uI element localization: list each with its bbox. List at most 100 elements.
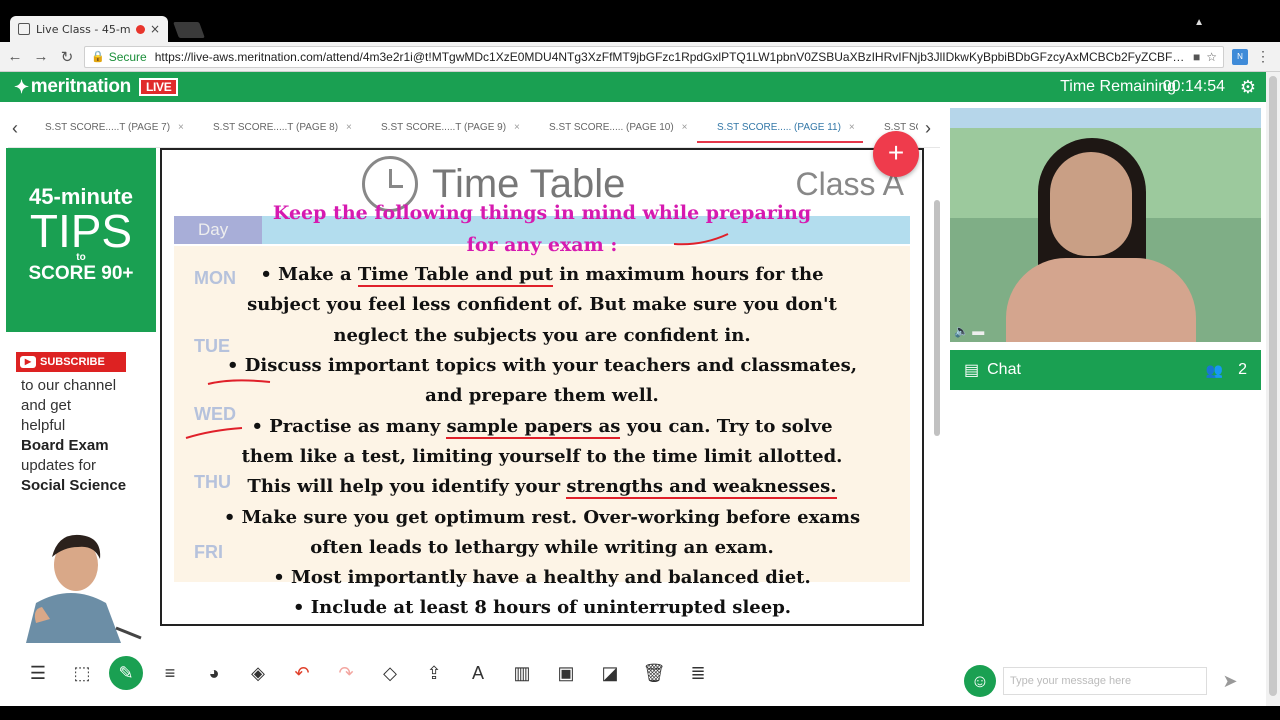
close-icon[interactable]: × [514, 122, 520, 133]
teacher-video[interactable]: 🔈 ▬ [950, 108, 1261, 342]
back-button[interactable]: ← [4, 48, 26, 65]
add-button[interactable]: + [873, 131, 919, 177]
emoji-button[interactable]: ☺ [964, 665, 996, 697]
whiteboard-toolbar: ☰ ⬚ ✎ ≡ ◕ ◈ ↶ ↷ ◇ ⇪ A ▥ ▣ ◪ 🗑 ≣ [0, 648, 950, 698]
gear-icon[interactable]: ⚙ [1240, 77, 1256, 98]
close-icon[interactable]: × [346, 122, 352, 133]
tab-label: S.ST SCORE..... (PAGE 11) [717, 122, 841, 133]
select-icon[interactable]: ⬚ [60, 656, 104, 690]
play-icon: ▶ [20, 356, 36, 368]
camera-icon[interactable]: ■ [1193, 50, 1200, 64]
page-icon [18, 23, 30, 35]
close-icon[interactable]: × [682, 122, 688, 133]
menu-icon[interactable]: ≣ [676, 656, 720, 690]
profile-icon[interactable]: ▲ [1194, 17, 1204, 28]
promo-text-bold: Board Exam [21, 437, 109, 454]
pen-icon[interactable]: ✎ [109, 656, 143, 690]
meritnation-logo[interactable]: ✦ meritnation LIVE [14, 76, 179, 98]
tab-page-8[interactable]: S.ST SCORE.....T (PAGE 8) × [213, 122, 352, 133]
tab-close-icon[interactable]: × [150, 22, 160, 36]
promo-text-line: Social Science [21, 476, 156, 496]
list-icon[interactable]: ☰ [16, 656, 60, 690]
text-icon[interactable]: A [456, 656, 500, 690]
promo-text-line: Board Exam [21, 436, 156, 456]
teacher-face [1050, 152, 1132, 256]
page-scroll-thumb[interactable] [1269, 76, 1277, 696]
promo-text: to our channel and get helpful Board Exa… [21, 376, 156, 496]
browser-menu-icon[interactable]: ⋮ [1256, 48, 1270, 65]
logo-mark-icon: ✦ [14, 76, 29, 97]
promo-text-line: helpful [21, 417, 66, 434]
participants-icon: 👥 [1205, 361, 1223, 378]
reload-button[interactable]: ↻ [56, 48, 78, 66]
lock-icon: 🔒 [91, 51, 105, 63]
recording-icon [135, 24, 145, 34]
chevron-left-icon[interactable]: ‹ [12, 118, 18, 139]
teacher-body [1006, 258, 1196, 342]
volume-icon[interactable]: 🔈 ▬ [954, 324, 984, 338]
promo-text-line: updates for [21, 457, 97, 474]
eraser-icon[interactable]: ◪ [588, 656, 632, 690]
logo-text: meritnation [30, 76, 131, 97]
chat-icon: ▤ [964, 362, 980, 379]
upload-icon[interactable]: ⇪ [412, 656, 456, 690]
tab-page-9[interactable]: S.ST SCORE.....T (PAGE 9) × [381, 122, 520, 133]
chart-icon[interactable]: ▥ [500, 656, 544, 690]
student-illustration [26, 534, 142, 643]
shapes-icon[interactable]: ◇ [368, 656, 412, 690]
whiteboard[interactable]: Time Table Class A Day MON TUE WED THU F… [160, 148, 924, 626]
pen-annotations [185, 233, 729, 439]
browser-toolbar: ← → ↻ 🔒 Secure https://live-aws.meritnat… [0, 42, 1280, 72]
promo-line-4: SCORE 90+ [28, 263, 134, 284]
time-remaining-label: Time Remaining [1060, 78, 1176, 95]
redo-icon[interactable]: ↷ [324, 656, 368, 690]
tab-page-11[interactable]: S.ST SCORE..... (PAGE 11) × [697, 122, 863, 143]
promo-title-block: 45-minute TIPS to SCORE 90+ [6, 148, 156, 332]
tab-page-10[interactable]: S.ST SCORE..... (PAGE 10) × [549, 122, 688, 133]
send-icon[interactable]: ➤ [1214, 667, 1246, 695]
tab-label: S.ST SCORE.....T (PAGE 9) [381, 122, 507, 133]
browser-tab[interactable]: Live Class - 45-minute × [10, 16, 168, 42]
screen-bottom-bar [0, 706, 1280, 720]
palette-icon[interactable]: ◕ [192, 656, 236, 690]
close-icon[interactable]: × [849, 122, 855, 133]
trash-icon[interactable]: 🗑 [632, 656, 676, 690]
chat-header[interactable]: ▤ Chat 👥 2 [950, 350, 1261, 390]
clipboard-icon[interactable]: ▣ [544, 656, 588, 690]
star-icon[interactable]: ☆ [1206, 50, 1217, 64]
board-page-tabs: ‹ S.ST SCORE.....T (PAGE 7) × S.ST SCORE.… [8, 112, 940, 148]
tab-page-7[interactable]: S.ST SCORE.....T (PAGE 7) × [45, 122, 184, 133]
promo-banner: 45-minute TIPS to SCORE 90+ ▶ SUBSCRIBE … [6, 148, 156, 643]
promo-line-2: TIPS [29, 205, 133, 257]
tab-label: S.ST SCORE.....T (PAGE 8) [213, 122, 339, 133]
subscribe-label: SUBSCRIBE [40, 356, 105, 368]
address-bar[interactable]: 🔒 Secure https://live-aws.meritnation.co… [84, 45, 1224, 68]
chat-title: Chat [987, 361, 1021, 378]
promo-text-line: and get [21, 397, 72, 414]
tab-label: S.ST SCORE..... (PAGE 10) [549, 122, 674, 133]
browser-tabstrip: Live Class - 45-minute × ▲ [0, 0, 1280, 42]
extension-icon[interactable]: N [1232, 48, 1248, 65]
promo-text-line: to our channel [21, 377, 117, 394]
board-scroll-thumb[interactable] [934, 200, 940, 436]
close-icon[interactable]: × [178, 122, 184, 133]
undo-icon[interactable]: ↶ [280, 656, 324, 690]
lines-icon[interactable]: ≡ [148, 656, 192, 690]
board-scrollbar[interactable] [932, 150, 942, 640]
chat-message-input[interactable] [1003, 667, 1207, 695]
promo-line-3: to [76, 252, 86, 263]
subscribe-button[interactable]: ▶ SUBSCRIBE [16, 352, 126, 372]
chevron-right-icon[interactable]: › [925, 118, 931, 139]
app-header: ✦ meritnation LIVE Time Remaining 00:14:… [0, 72, 1280, 102]
promo-text-bold: Social Science [21, 477, 127, 494]
participant-count: 2 [1238, 361, 1247, 378]
secure-label: Secure [108, 49, 147, 64]
browser-tab-title: Live Class - 45-minute [36, 22, 131, 36]
page-scrollbar[interactable] [1266, 72, 1280, 712]
forward-button[interactable]: → [30, 48, 52, 65]
fill-icon[interactable]: ◈ [236, 656, 280, 690]
new-tab-button[interactable] [173, 22, 205, 38]
tab-label: S.ST SCORE.....T (PAGE 7) [45, 122, 171, 133]
video-background-stripe [950, 108, 1261, 128]
url-text[interactable]: https://live-aws.meritnation.com/attend/… [155, 50, 1187, 64]
